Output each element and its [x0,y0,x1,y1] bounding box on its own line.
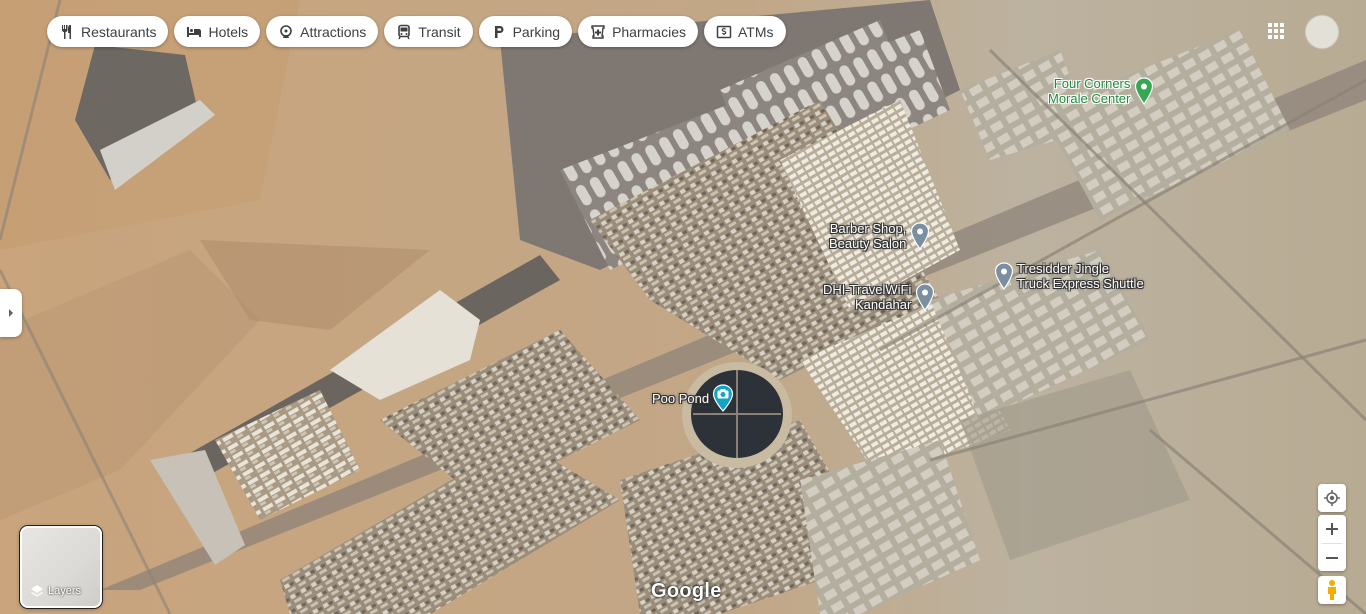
layers-label: Layers [48,585,82,597]
zoom-in-icon [1326,523,1338,535]
pharmacy-icon [590,24,606,40]
apps-grid-icon[interactable] [1266,21,1286,41]
place-tresidder-jingle-truck-express-shuttle[interactable]: Tresidder Jingle Truck Express Shuttle [994,261,1144,291]
chip-attractions[interactable]: Attractions [266,16,379,47]
place-poo-pond[interactable]: Poo Pond [652,384,734,412]
category-chips: Restaurants Hotels Attractions Transit P… [47,16,786,47]
place-label-line1: Tresidder Jingle [1017,261,1110,276]
place-label: Barber Shop, Beauty Salon [829,221,906,251]
chip-restaurants[interactable]: Restaurants [47,16,169,47]
chip-label: Transit [418,23,461,40]
place-label-line1: Barber Shop, [829,221,907,236]
satellite-imagery [0,0,1366,614]
zoom-controls [1318,515,1346,571]
transit-icon [396,24,412,40]
satellite-map[interactable] [0,0,1366,614]
chevron-right-icon [9,309,13,317]
place-dhi-travelwifi-kandahar[interactable]: DHI-TravelWiFi Kandahar [823,282,935,312]
chip-transit[interactable]: Transit [384,16,473,47]
zoom-out-icon [1326,557,1338,559]
parking-icon [491,24,507,40]
place-label: Four Corners Morale Center [1048,76,1130,106]
chip-pharmacies[interactable]: Pharmacies [578,16,698,47]
grey-place-pin-icon [911,222,930,250]
grey-place-pin-icon [916,283,935,311]
place-label-line1: DHI-TravelWiFi [823,282,912,297]
layers-button[interactable]: Layers [20,526,102,608]
chip-label: Attractions [300,23,367,40]
google-logo: Google [651,580,722,602]
pegman-icon [1328,580,1336,600]
place-label-line2: Morale Center [1048,91,1131,106]
chip-label: Hotels [208,23,249,40]
camera-pin-icon [713,384,734,412]
place-label: DHI-TravelWiFi Kandahar [823,282,911,312]
pegman-button[interactable] [1318,576,1346,604]
restaurant-icon [59,24,75,40]
chip-parking[interactable]: Parking [478,16,573,47]
my-location-icon [1324,490,1340,506]
place-label-line2: Truck Express Shuttle [1017,276,1144,291]
chip-label: ATMs [737,23,774,40]
chip-label: Pharmacies [612,23,686,40]
place-label-line1: Poo Pond [652,390,710,406]
atm-icon [716,24,732,40]
chip-label: Restaurants [81,23,157,40]
place-label-line1: Four Corners [1053,76,1131,91]
chip-hotels[interactable]: Hotels [174,16,261,47]
hotel-icon [186,24,202,40]
chip-atms[interactable]: ATMs [703,16,786,47]
place-label-line2: Kandahar [854,297,912,312]
zoom-in-button[interactable] [1318,515,1346,543]
grey-place-pin-icon [994,262,1014,290]
layers-label-row: Layers [30,584,81,598]
place-label: Poo Pond [652,391,709,406]
layers-icon [31,585,43,597]
account-avatar[interactable] [1305,15,1339,49]
side-panel-toggle[interactable] [0,289,22,337]
zoom-out-button[interactable] [1318,544,1346,572]
attractions-icon [278,24,294,40]
chip-label: Parking [512,23,561,40]
green-place-pin-icon [1135,77,1154,105]
place-barber-shop-beauty-salon[interactable]: Barber Shop, Beauty Salon [829,221,930,251]
my-location-button[interactable] [1318,484,1346,512]
place-four-corners-morale-center[interactable]: Four Corners Morale Center [1048,76,1154,106]
place-label: Tresidder Jingle Truck Express Shuttle [1017,261,1144,291]
place-label-line2: Beauty Salon [829,236,907,251]
